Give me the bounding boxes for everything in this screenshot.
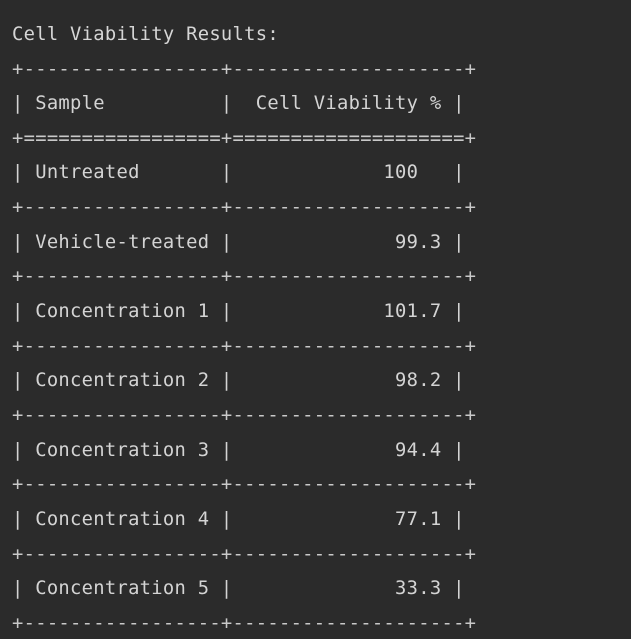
output-title: Cell Viability Results:	[12, 24, 279, 45]
table-rule: +-----------------+--------------------+	[12, 544, 477, 565]
table-rule-bottom: +-----------------+--------------------+	[12, 613, 477, 634]
table-row: | Concentration 1 | 101.7 |	[12, 301, 465, 322]
table-row: | Vehicle-treated | 99.3 |	[12, 232, 465, 253]
table-header-row: | Sample | Cell Viability % |	[12, 93, 465, 114]
table-row: | Concentration 4 | 77.1 |	[12, 509, 465, 530]
table-row: | Concentration 3 | 94.4 |	[12, 440, 465, 461]
table-rule: +-----------------+--------------------+	[12, 197, 477, 218]
table-rule: +-----------------+--------------------+	[12, 266, 477, 287]
table-rule: +-----------------+--------------------+	[12, 336, 477, 357]
table-rule-header: +=================+====================+	[12, 128, 477, 149]
table-rule: +-----------------+--------------------+	[12, 405, 477, 426]
table-row: | Concentration 2 | 98.2 |	[12, 370, 465, 391]
table-row: | Untreated | 100 |	[12, 162, 465, 183]
table-rule: +-----------------+--------------------+	[12, 474, 477, 495]
table-row: | Concentration 5 | 33.3 |	[12, 578, 465, 599]
table-rule-top: +-----------------+--------------------+	[12, 59, 477, 80]
console-output: Cell Viability Results: +---------------…	[0, 0, 631, 639]
